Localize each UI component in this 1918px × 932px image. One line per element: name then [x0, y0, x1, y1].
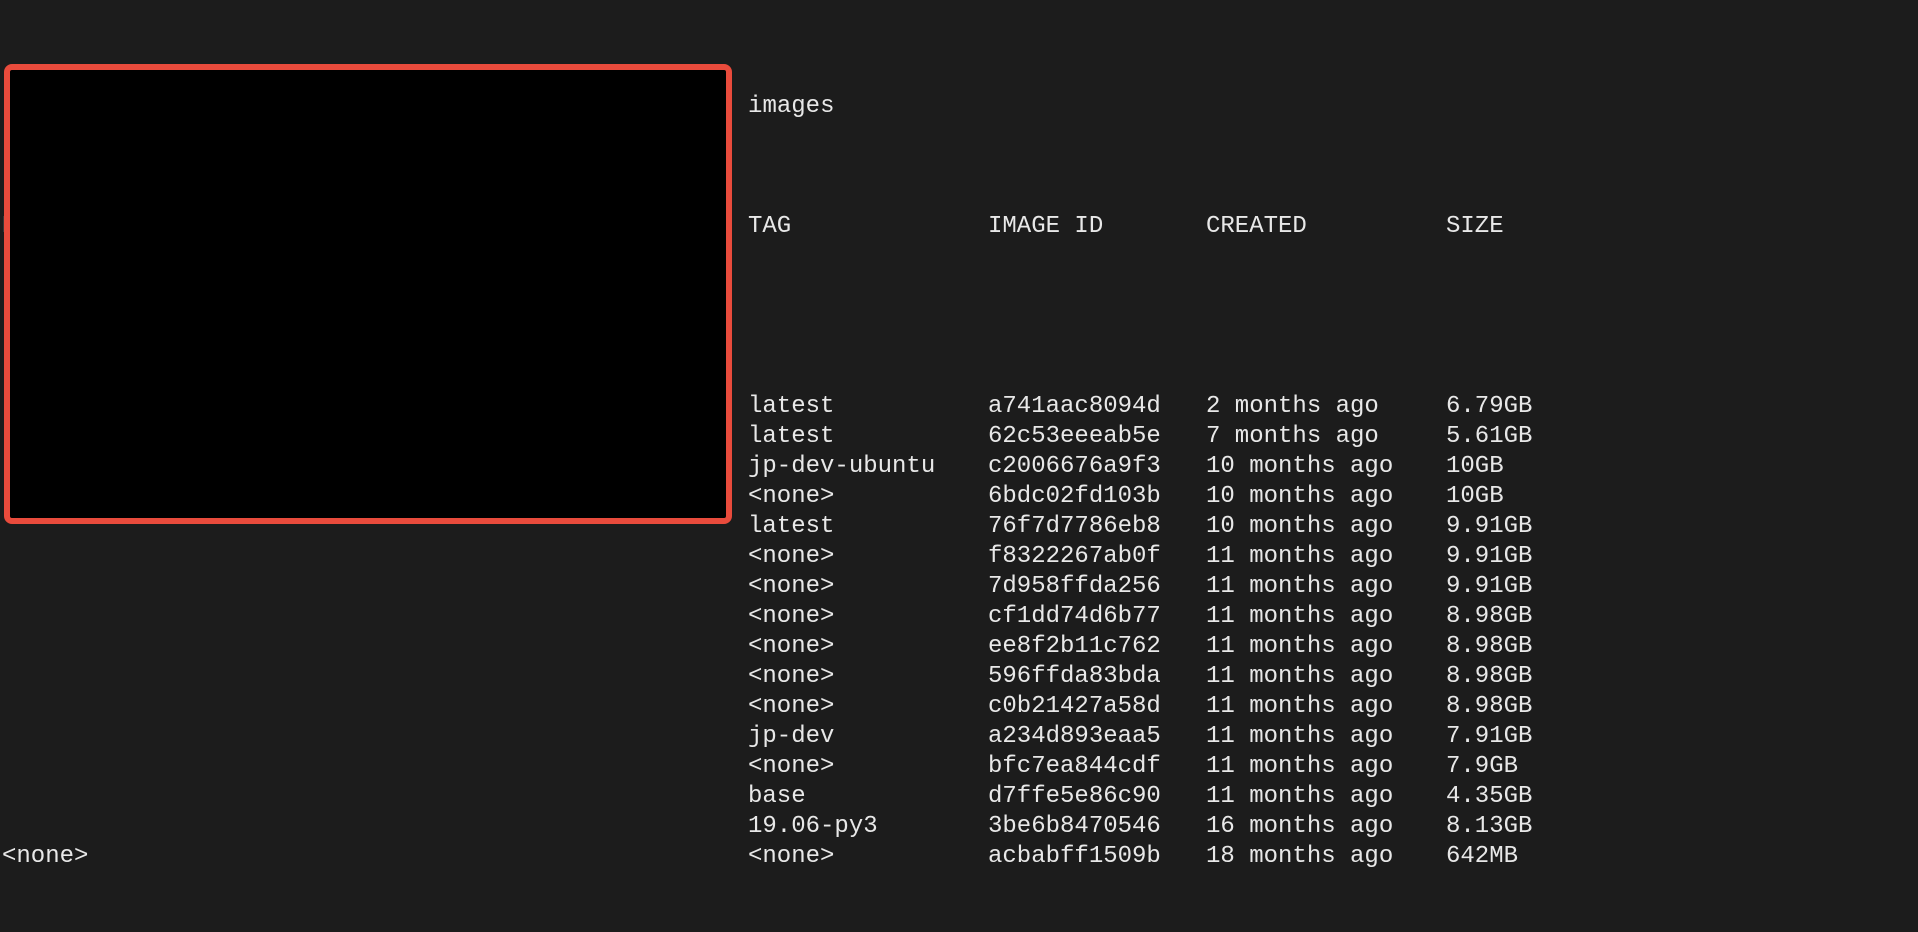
- cell-tag: jp-dev-ubuntu: [748, 452, 988, 482]
- cell-image-id: 3be6b8470546: [988, 812, 1206, 842]
- cell-size: 6.79GB: [1446, 392, 1586, 422]
- cell-size: 8.98GB: [1446, 602, 1586, 632]
- table-row: <none>ee8f2b11c76211 months ago8.98GB: [0, 632, 1918, 662]
- table-row: <none>cf1dd74d6b7711 months ago8.98GB: [0, 602, 1918, 632]
- table-row: <none>bfc7ea844cdf11 months ago7.9GB: [0, 752, 1918, 782]
- terminal-output[interactable]: (base) [ ~]$ docker images REPOSITORY TA…: [0, 2, 1918, 932]
- cell-created: 18 months ago: [1206, 842, 1446, 872]
- cell-tag: <none>: [748, 692, 988, 722]
- cell-tag: <none>: [748, 482, 988, 512]
- header-size: SIZE: [1446, 212, 1586, 242]
- cell-tag: base: [748, 782, 988, 812]
- header-created: CREATED: [1206, 212, 1446, 242]
- cell-image-id: 6bdc02fd103b: [988, 482, 1206, 512]
- table-row: <none><none>acbabff1509b18 months ago642…: [0, 842, 1918, 872]
- cell-size: 5.61GB: [1446, 422, 1586, 452]
- cell-image-id: f8322267ab0f: [988, 542, 1206, 572]
- cell-size: 10GB: [1446, 452, 1586, 482]
- cell-created: 10 months ago: [1206, 482, 1446, 512]
- cell-size: 9.91GB: [1446, 512, 1586, 542]
- header-image-id: IMAGE ID: [988, 212, 1206, 242]
- table-row: <none>f8322267ab0f11 months ago9.91GB: [0, 542, 1918, 572]
- cell-tag: <none>: [748, 572, 988, 602]
- table-row: <none>c0b21427a58d11 months ago8.98GB: [0, 692, 1918, 722]
- cell-size: 8.13GB: [1446, 812, 1586, 842]
- cell-size: 642MB: [1446, 842, 1586, 872]
- cell-created: 11 months ago: [1206, 722, 1446, 752]
- cell-created: 11 months ago: [1206, 752, 1446, 782]
- cell-image-id: 7d958ffda256: [988, 572, 1206, 602]
- cell-tag: 19.06-py3: [748, 812, 988, 842]
- cell-tag: latest: [748, 392, 988, 422]
- table-row: jp-deva234d893eaa511 months ago7.91GB: [0, 722, 1918, 752]
- cell-created: 7 months ago: [1206, 422, 1446, 452]
- cell-size: 8.98GB: [1446, 662, 1586, 692]
- table-row: <none>596ffda83bda11 months ago8.98GB: [0, 662, 1918, 692]
- cell-repository: <none>: [0, 842, 748, 872]
- cell-image-id: c2006676a9f3: [988, 452, 1206, 482]
- table-row: <none>7d958ffda25611 months ago9.91GB: [0, 572, 1918, 602]
- cell-size: 7.9GB: [1446, 752, 1586, 782]
- cell-image-id: 76f7d7786eb8: [988, 512, 1206, 542]
- cell-tag: <none>: [748, 632, 988, 662]
- cell-size: 7.91GB: [1446, 722, 1586, 752]
- cell-tag: <none>: [748, 752, 988, 782]
- redacted-repository-column: [4, 64, 732, 524]
- cell-created: 11 months ago: [1206, 572, 1446, 602]
- cell-size: 10GB: [1446, 482, 1586, 512]
- cell-image-id: a234d893eaa5: [988, 722, 1206, 752]
- cell-created: 16 months ago: [1206, 812, 1446, 842]
- cell-size: 8.98GB: [1446, 692, 1586, 722]
- cell-size: 8.98GB: [1446, 632, 1586, 662]
- table-row: based7ffe5e86c9011 months ago4.35GB: [0, 782, 1918, 812]
- cell-tag: latest: [748, 422, 988, 452]
- cell-created: 2 months ago: [1206, 392, 1446, 422]
- cell-created: 10 months ago: [1206, 452, 1446, 482]
- header-tag: TAG: [748, 212, 988, 242]
- table-row: 19.06-py33be6b847054616 months ago8.13GB: [0, 812, 1918, 842]
- cell-created: 11 months ago: [1206, 542, 1446, 572]
- cell-image-id: cf1dd74d6b77: [988, 602, 1206, 632]
- cell-created: 11 months ago: [1206, 632, 1446, 662]
- cell-tag: jp-dev: [748, 722, 988, 752]
- cell-created: 11 months ago: [1206, 662, 1446, 692]
- cell-size: 4.35GB: [1446, 782, 1586, 812]
- cell-tag: <none>: [748, 542, 988, 572]
- cell-image-id: 596ffda83bda: [988, 662, 1206, 692]
- cell-created: 11 months ago: [1206, 602, 1446, 632]
- cell-image-id: c0b21427a58d: [988, 692, 1206, 722]
- cell-tag: <none>: [748, 602, 988, 632]
- cell-image-id: bfc7ea844cdf: [988, 752, 1206, 782]
- cell-created: 10 months ago: [1206, 512, 1446, 542]
- cell-created: 11 months ago: [1206, 782, 1446, 812]
- cell-size: 9.91GB: [1446, 572, 1586, 602]
- cell-image-id: acbabff1509b: [988, 842, 1206, 872]
- cell-tag: latest: [748, 512, 988, 542]
- cell-image-id: d7ffe5e86c90: [988, 782, 1206, 812]
- cell-created: 11 months ago: [1206, 692, 1446, 722]
- cell-image-id: ee8f2b11c762: [988, 632, 1206, 662]
- cell-image-id: a741aac8094d: [988, 392, 1206, 422]
- cell-image-id: 62c53eeeab5e: [988, 422, 1206, 452]
- cell-size: 9.91GB: [1446, 542, 1586, 572]
- cell-tag: <none>: [748, 662, 988, 692]
- cell-tag: <none>: [748, 842, 988, 872]
